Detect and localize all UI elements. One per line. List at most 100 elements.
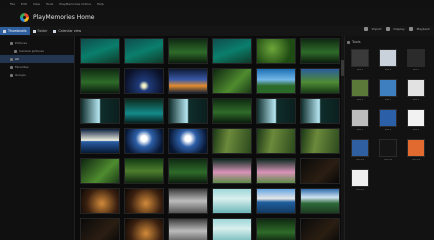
- tab-folder[interactable]: Folder: [30, 27, 51, 35]
- photo-thumbnail[interactable]: [168, 68, 208, 94]
- tab-thumbnails[interactable]: Thumbnails: [0, 27, 30, 35]
- menu-edit[interactable]: Edit: [21, 2, 27, 6]
- photo-thumbnail[interactable]: [300, 158, 340, 184]
- menu-help[interactable]: Help: [97, 2, 104, 6]
- photo-thumbnail[interactable]: [124, 158, 164, 184]
- photo-thumbnail[interactable]: [212, 218, 252, 240]
- import-label[interactable]: Import: [372, 27, 382, 31]
- photo-thumbnail[interactable]: [80, 158, 120, 184]
- playback-label[interactable]: Playback: [417, 27, 430, 31]
- menu-file[interactable]: File: [10, 2, 15, 6]
- photo-thumbnail[interactable]: [256, 128, 296, 154]
- tool-item[interactable]: Tool 8: [375, 109, 401, 135]
- sidebar-item[interactable]: Camera pictures: [0, 47, 74, 55]
- sidebar-item-icon: [10, 73, 13, 77]
- sidebar-item-label: All: [15, 57, 19, 61]
- sidebar-item[interactable]: Groups: [0, 71, 74, 79]
- sidebar-item-icon: [10, 65, 13, 69]
- tool-item[interactable]: Tool 10: [347, 139, 373, 165]
- tool-label: Tool 9: [412, 129, 420, 131]
- photo-thumbnail[interactable]: [256, 158, 296, 184]
- photo-thumbnail[interactable]: [256, 218, 296, 240]
- tab-calendar[interactable]: Calendar view: [50, 27, 84, 35]
- tool-label: Tool 5: [384, 99, 392, 101]
- photo-thumbnail[interactable]: [168, 98, 208, 124]
- photo-thumbnail[interactable]: [168, 128, 208, 154]
- tool-blocks-icon: [351, 139, 369, 157]
- sidebar-item[interactable]: All: [0, 55, 74, 63]
- photo-thumbnail[interactable]: [80, 98, 120, 124]
- folder-icon: [32, 29, 36, 33]
- tools-icon: [347, 40, 350, 44]
- photo-thumbnail[interactable]: [300, 68, 340, 94]
- menu-online[interactable]: PlayMemories Online: [59, 2, 91, 6]
- playback-icon[interactable]: [408, 27, 413, 31]
- photo-thumbnail[interactable]: [124, 38, 164, 64]
- tool-label: Tool 11: [383, 159, 393, 161]
- photo-thumbnail[interactable]: [168, 38, 208, 64]
- photo-thumbnail[interactable]: [212, 38, 252, 64]
- tool-label: Tool 13: [355, 189, 365, 191]
- photo-thumbnail[interactable]: [124, 98, 164, 124]
- tool-item[interactable]: Tool 12: [403, 139, 429, 165]
- tool-item[interactable]: Tool 4: [347, 79, 373, 105]
- photo-thumbnail[interactable]: [212, 98, 252, 124]
- photo-thumbnail[interactable]: [80, 38, 120, 64]
- sidebar-item-icon: [14, 49, 17, 53]
- display-label[interactable]: Display: [394, 27, 405, 31]
- photo-thumbnail[interactable]: [124, 68, 164, 94]
- photo-thumbnail[interactable]: [256, 68, 296, 94]
- tools-grid: Tool 1 Tool 2 Tool 3 Tool 4 Tool 5 Tool 6 Tool…: [347, 49, 432, 195]
- menu-bar: File Edit View Tools PlayMemories Online…: [0, 0, 434, 8]
- photo-thumbnail[interactable]: [80, 218, 120, 240]
- photo-thumbnail[interactable]: [300, 38, 340, 64]
- photo-thumbnail[interactable]: [212, 158, 252, 184]
- photo-thumbnail[interactable]: [80, 128, 120, 154]
- photo-thumbnail[interactable]: [256, 188, 296, 214]
- photo-thumbnail[interactable]: [168, 158, 208, 184]
- tool-item[interactable]: Tool 11: [375, 139, 401, 165]
- tool-item[interactable]: Tool 6: [403, 79, 429, 105]
- tool-label: Tool 12: [411, 159, 421, 161]
- sidebar-item[interactable]: Favorites: [0, 63, 74, 71]
- sidebar-item-label: Groups: [15, 73, 26, 77]
- menu-tools[interactable]: Tools: [46, 2, 53, 6]
- tools-header: Tools: [347, 39, 432, 45]
- photo-thumbnail[interactable]: [80, 68, 120, 94]
- tool-item[interactable]: Tool 2: [375, 49, 401, 75]
- photo-thumbnail[interactable]: [300, 218, 340, 240]
- tool-item[interactable]: Tool 1: [347, 49, 373, 75]
- title-bar: PlayMemories Home: [0, 8, 434, 26]
- tool-item[interactable]: Tool 3: [403, 49, 429, 75]
- tool-photo-icon: [351, 79, 369, 97]
- photo-thumbnail[interactable]: [168, 188, 208, 214]
- thumbnail-grid: [78, 36, 340, 240]
- calendar-icon: [53, 29, 57, 33]
- photo-thumbnail[interactable]: [300, 98, 340, 124]
- photo-thumbnail[interactable]: [300, 188, 340, 214]
- photo-thumbnail[interactable]: [124, 218, 164, 240]
- photo-thumbnail[interactable]: [80, 188, 120, 214]
- tool-strip-icon: [379, 139, 397, 157]
- photo-thumbnail[interactable]: [124, 188, 164, 214]
- photo-thumbnail[interactable]: [256, 38, 296, 64]
- photo-thumbnail[interactable]: [300, 128, 340, 154]
- tool-item[interactable]: Tool 13: [347, 169, 373, 195]
- photo-thumbnail[interactable]: [168, 218, 208, 240]
- photo-thumbnail[interactable]: [212, 128, 252, 154]
- tool-item[interactable]: Tool 7: [347, 109, 373, 135]
- tool-item[interactable]: Tool 5: [375, 79, 401, 105]
- display-icon[interactable]: [385, 27, 390, 31]
- tab-label: Thumbnails: [8, 29, 27, 33]
- sidebar-item[interactable]: Pictures: [0, 39, 74, 47]
- app-logo-icon: [20, 12, 29, 22]
- menu-view[interactable]: View: [33, 2, 40, 6]
- photo-thumbnail[interactable]: [256, 98, 296, 124]
- import-icon[interactable]: [363, 27, 368, 31]
- sidebar-item-label: Pictures: [15, 41, 27, 45]
- photo-thumbnail[interactable]: [124, 128, 164, 154]
- tab-label: Calendar view: [58, 29, 82, 33]
- tool-item[interactable]: Tool 9: [403, 109, 429, 135]
- photo-thumbnail[interactable]: [212, 68, 252, 94]
- photo-thumbnail[interactable]: [212, 188, 252, 214]
